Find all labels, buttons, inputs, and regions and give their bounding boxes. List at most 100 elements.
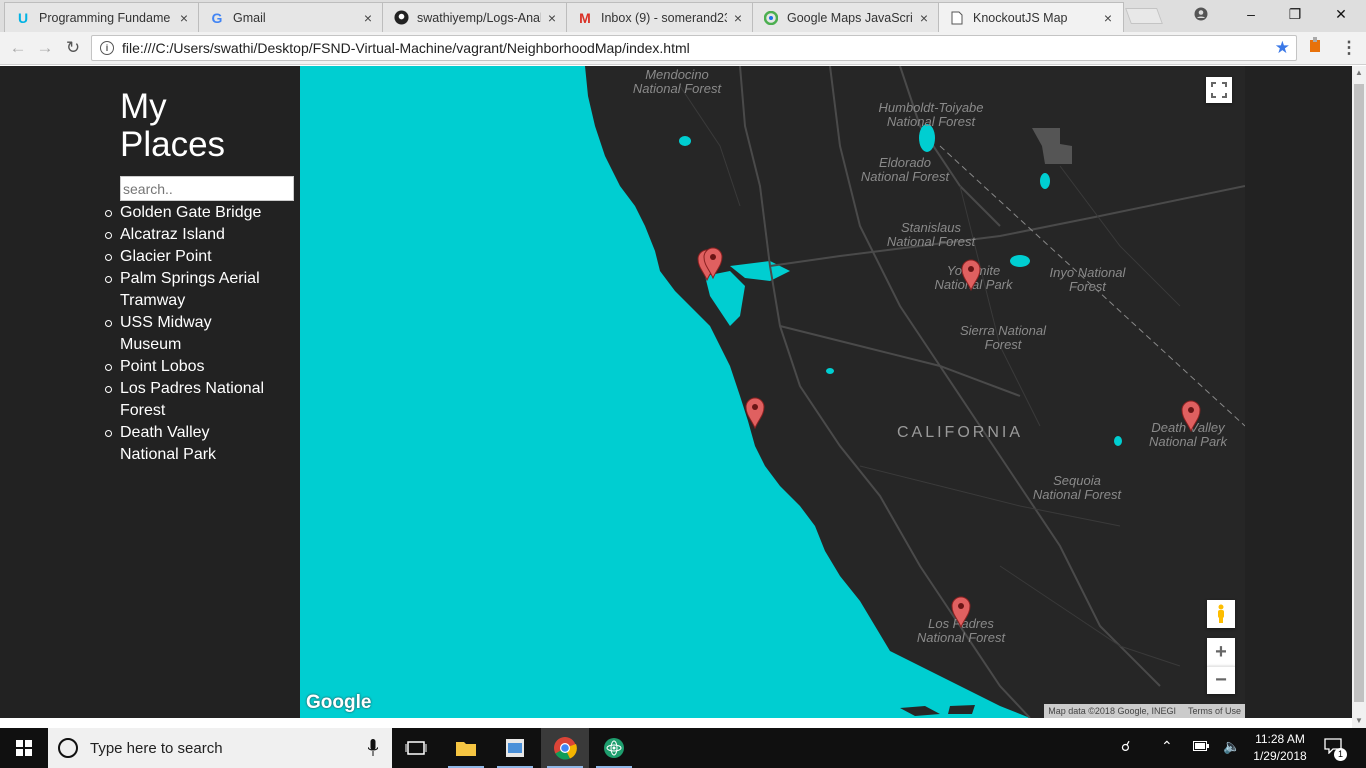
tab-title: Gmail	[233, 10, 266, 25]
page-title: My Places	[120, 87, 226, 164]
close-tab-icon[interactable]: ×	[361, 10, 375, 26]
windows-icon	[16, 740, 32, 756]
udacity-icon: U	[17, 9, 29, 26]
close-tab-icon[interactable]: ×	[1101, 10, 1115, 26]
fullscreen-icon	[1211, 82, 1227, 98]
close-tab-icon[interactable]: ×	[731, 10, 745, 26]
tab-title: Inbox (9) - somerand23	[601, 10, 727, 25]
close-tab-icon[interactable]: ×	[917, 10, 931, 26]
google-icon: G	[211, 9, 223, 26]
tab-title: swathiyemp/Logs-Anal	[417, 10, 541, 25]
people-icon[interactable]: ☌	[1121, 738, 1130, 755]
place-item-los-padres-national-forest[interactable]: Los Padres National Forest	[105, 378, 270, 422]
github-icon	[393, 10, 409, 26]
restore-icon[interactable]: ❐	[1272, 0, 1318, 28]
map-labels: Mendocino National Forest Humboldt-Toiyab…	[300, 66, 1245, 718]
tab-title: Google Maps JavaScrip	[787, 10, 913, 25]
file-explorer-button[interactable]	[442, 728, 490, 768]
url-text: file:///C:/Users/swathi/Desktop/FSND-Vir…	[122, 40, 690, 56]
map-marker[interactable]	[1181, 400, 1201, 432]
scroll-down-icon[interactable]: ▼	[1352, 714, 1366, 728]
place-item-death-valley-national-park[interactable]: Death Valley National Park	[105, 422, 270, 466]
folder-icon	[456, 742, 476, 756]
street-view-pegman-button[interactable]	[1207, 600, 1235, 628]
map-attribution: Map data ©2018 Google, INEGI Terms of Us…	[1044, 704, 1245, 718]
place-item-uss-midway-museum[interactable]: USS Midway Museum	[105, 312, 270, 356]
close-tab-icon[interactable]: ×	[177, 10, 191, 26]
profile-icon[interactable]	[1178, 0, 1224, 28]
back-icon[interactable]: ←	[7, 37, 29, 59]
taskbar-search-box[interactable]: Type here to search	[48, 728, 392, 768]
place-item-palm-springs-aerial-tramway[interactable]: Palm Springs Aerial Tramway	[105, 268, 270, 312]
label-stanislaus: Stanislaus National Forest	[886, 220, 976, 249]
chrome-icon	[554, 737, 577, 760]
google-maps-icon	[763, 10, 779, 26]
image-app-icon	[506, 739, 524, 757]
address-bar[interactable]: i file:///C:/Users/swathi/Desktop/FSND-V…	[91, 35, 1297, 61]
label-inyo: Inyo National Forest	[1049, 265, 1126, 294]
label-sierra: Sierra National Forest	[960, 323, 1046, 352]
gmail-icon: M	[579, 9, 591, 26]
place-item-glacier-point[interactable]: Glacier Point	[105, 246, 270, 268]
cortana-icon	[58, 738, 78, 758]
google-logo[interactable]: Google	[306, 692, 371, 714]
notification-badge: 1	[1334, 748, 1347, 761]
sidebar: MyPlaces Golden Gate Bridge Alcatraz Isl…	[0, 66, 300, 718]
scrollbar-thumb[interactable]	[1354, 84, 1364, 702]
photos-app-button[interactable]	[491, 728, 539, 768]
atom-editor-button[interactable]	[590, 728, 638, 768]
reload-icon[interactable]: ↻	[62, 37, 84, 59]
show-hidden-icons-chevron-icon[interactable]: ⌃	[1161, 738, 1173, 755]
menu-icon[interactable]: ⋮	[1338, 37, 1360, 59]
scroll-up-icon[interactable]: ▲	[1352, 66, 1366, 80]
zoom-out-button[interactable]: −	[1207, 666, 1235, 694]
close-tab-icon[interactable]: ×	[545, 10, 559, 26]
tab-knockoutjs-map[interactable]: KnockoutJS Map ×	[938, 2, 1124, 33]
tab-title: Programming Fundame	[39, 10, 171, 25]
extension-icon[interactable]	[1304, 37, 1326, 59]
chrome-button[interactable]	[541, 728, 589, 768]
tab-github[interactable]: swathiyemp/Logs-Anal ×	[382, 2, 568, 32]
info-icon[interactable]: i	[100, 41, 114, 55]
tab-udacity[interactable]: U Programming Fundame ×	[4, 2, 200, 32]
pegman-icon	[1218, 604, 1224, 623]
place-item-alcatraz-island[interactable]: Alcatraz Island	[105, 224, 270, 246]
map-marker[interactable]	[703, 247, 723, 279]
fullscreen-button[interactable]	[1206, 77, 1232, 103]
tab-gmail[interactable]: G Gmail ×	[198, 2, 384, 32]
task-view-icon	[405, 741, 427, 755]
page-icon	[949, 10, 965, 26]
label-sequoia: Sequoia National Forest	[1032, 473, 1122, 502]
search-input[interactable]	[120, 176, 294, 201]
tab-google-maps[interactable]: Google Maps JavaScrip ×	[752, 2, 940, 32]
zoom-in-button[interactable]: +	[1207, 638, 1235, 666]
label-mendocino: Mendocino National Forest	[632, 67, 722, 96]
label-california: CALIFORNIA	[896, 424, 1023, 441]
map[interactable]: Mendocino National Forest Humboldt-Toiyab…	[300, 66, 1245, 718]
place-item-point-lobos[interactable]: Point Lobos	[105, 356, 270, 378]
new-tab-button[interactable]	[1125, 8, 1163, 24]
start-button[interactable]	[0, 728, 48, 768]
microphone-icon[interactable]	[367, 739, 379, 761]
volume-icon[interactable]: 🔈	[1223, 738, 1240, 755]
map-marker[interactable]	[961, 259, 981, 291]
tab-title: KnockoutJS Map	[973, 11, 1068, 25]
tab-inbox[interactable]: M Inbox (9) - somerand23 ×	[566, 2, 754, 32]
vertical-scrollbar[interactable]: ▲ ▼	[1352, 66, 1366, 728]
atom-icon	[604, 738, 624, 758]
tab-strip: U Programming Fundame × G Gmail × swathi…	[0, 0, 1366, 33]
minimize-icon[interactable]: –	[1228, 0, 1274, 28]
battery-icon[interactable]	[1193, 738, 1209, 754]
forward-icon[interactable]: →	[34, 37, 56, 59]
map-marker[interactable]	[745, 397, 765, 429]
place-item-golden-gate-bridge[interactable]: Golden Gate Bridge	[105, 202, 270, 224]
taskbar-search-placeholder: Type here to search	[90, 739, 223, 757]
clock[interactable]: 11:28 AM 1/29/2018	[1250, 731, 1310, 765]
bookmark-star-icon[interactable]: ★	[1275, 38, 1290, 58]
label-humboldt: Humboldt-Toiyabe National Forest	[878, 100, 984, 129]
label-eldorado: Eldorado National Forest	[860, 155, 950, 184]
task-view-button[interactable]	[392, 728, 440, 768]
close-window-icon[interactable]: ✕	[1318, 0, 1364, 28]
map-marker[interactable]	[951, 596, 971, 628]
terms-of-use-link[interactable]: Terms of Use	[1188, 706, 1241, 716]
